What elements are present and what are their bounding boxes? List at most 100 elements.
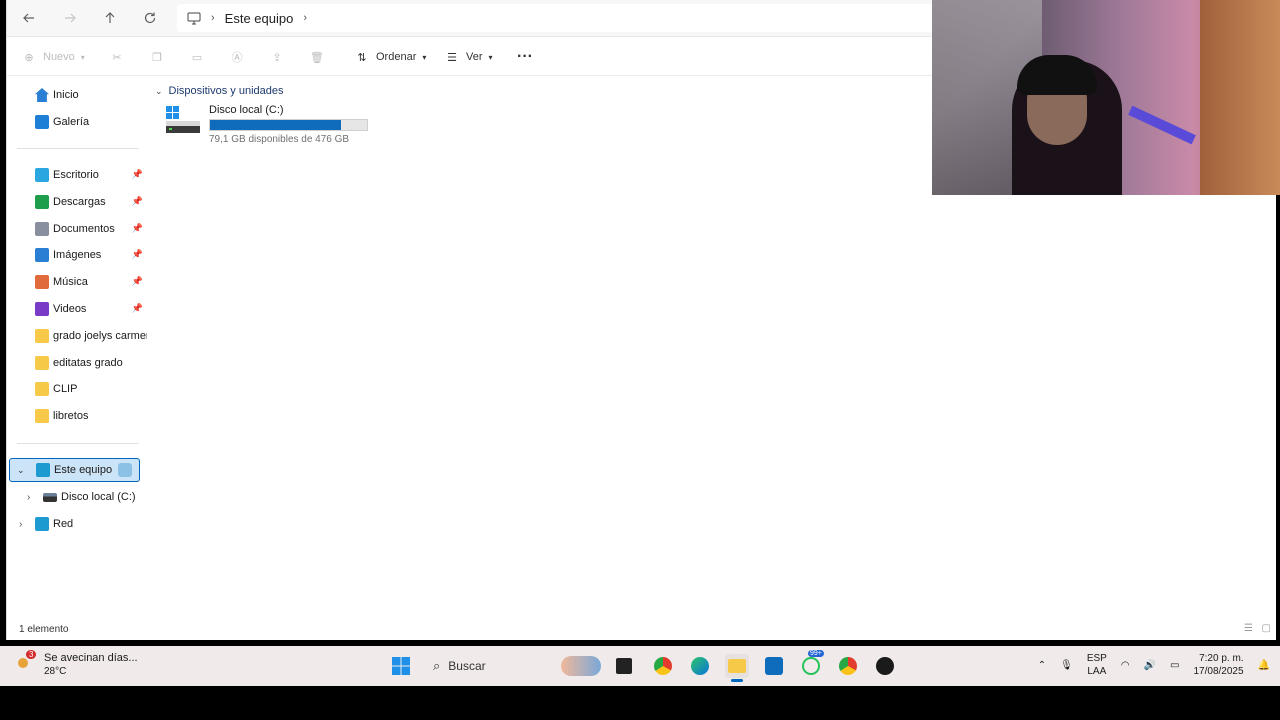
up-button[interactable] (98, 7, 122, 29)
wifi-icon[interactable]: ◠ (1121, 660, 1130, 671)
sidebar-item-folder[interactable]: CLIP (7, 377, 147, 401)
taskbar: 3 Se avecinan días... 28°C ⌕ Buscar 99+ … (0, 646, 1280, 686)
copy-button[interactable]: ❐ (149, 47, 165, 67)
pin-icon[interactable]: 📌 (132, 303, 143, 314)
search-highlight-icon (561, 656, 601, 676)
rename-icon: Ⓐ (231, 52, 243, 64)
battery-icon[interactable]: ▭ (1170, 660, 1179, 671)
sidebar-item-quick-access[interactable]: Escritorio 📌 (7, 163, 147, 187)
forward-button[interactable] (58, 7, 82, 29)
chevron-right-icon[interactable]: › (27, 492, 30, 503)
back-button[interactable] (17, 7, 41, 29)
sort-label: Ordenar (376, 51, 417, 63)
notifications-icon[interactable]: 🔔 (1258, 660, 1270, 671)
folder-icon (35, 409, 49, 423)
clock-date: 17/08/2025 (1193, 666, 1244, 677)
obs-app[interactable] (873, 654, 897, 678)
sidebar-item-home[interactable]: Inicio (7, 83, 147, 107)
drive-name: Disco local (C:) (209, 104, 284, 116)
sidebar-item-folder[interactable]: libretos (7, 404, 147, 428)
sidebar-item-quick-access[interactable]: Videos 📌 (7, 297, 147, 321)
network-icon (35, 517, 49, 531)
weather-headline: Se avecinan días... (44, 652, 138, 664)
taskbar-search[interactable]: ⌕ Buscar (425, 654, 605, 678)
folder-icon (35, 222, 49, 236)
pin-icon[interactable]: 📌 (132, 196, 143, 207)
view-button[interactable]: ☰ Ver ▾ (444, 47, 492, 67)
paste-button[interactable]: ▭ (189, 47, 205, 67)
sidebar-item-label: Imágenes (53, 249, 102, 261)
share-button[interactable]: ⇪ (269, 47, 285, 67)
sidebar-item-quick-access[interactable]: Documentos 📌 (7, 217, 147, 241)
folder-icon (35, 356, 49, 370)
cut-button[interactable]: ✂ (109, 47, 125, 67)
search-label: Buscar (448, 659, 486, 673)
sidebar-item-local-disk[interactable]: › Disco local (C:) (7, 485, 147, 509)
microphone-icon[interactable]: 🎙 (1060, 660, 1073, 671)
group-header-label: Dispositivos y unidades (168, 85, 284, 97)
sidebar-item-label: Este equipo (54, 464, 113, 476)
drive-usage-fill (210, 120, 341, 130)
new-button[interactable]: ⊕ Nuevo ▾ (21, 47, 85, 67)
group-header[interactable]: ⌄ Dispositivos y unidades (155, 85, 284, 97)
sidebar-item-folder[interactable]: editatas grado (7, 351, 147, 375)
chevron-down-icon: ▾ (80, 52, 85, 62)
sort-button[interactable]: ⇅ Ordenar ▾ (354, 47, 426, 67)
sidebar-item-label: Inicio (53, 89, 79, 101)
webcam-overlay (932, 0, 1280, 195)
sidebar-item-folder[interactable]: grado joelys carmen (7, 324, 147, 348)
sidebar-item-quick-access[interactable]: Imágenes 📌 (7, 243, 147, 267)
drive-tile[interactable]: Disco local (C:) 79,1 GB disponibles de … (161, 103, 391, 149)
start-button[interactable] (389, 654, 413, 678)
delete-button[interactable]: 🗑 (309, 47, 325, 67)
view-label: Ver (466, 51, 483, 63)
rename-button[interactable]: Ⓐ (229, 47, 245, 67)
chrome-app[interactable] (651, 654, 675, 678)
clock[interactable]: 7:20 p. m. 17/08/2025 (1193, 652, 1243, 678)
weather-widget[interactable]: 3 Se avecinan días... 28°C (18, 650, 138, 678)
list-view-icon: ☰ (447, 51, 457, 64)
pin-icon[interactable]: 📌 (132, 249, 143, 260)
sidebar-item-gallery[interactable]: Galería (7, 110, 147, 134)
chevron-right-icon[interactable]: › (19, 519, 22, 530)
outlook-app[interactable] (762, 654, 786, 678)
folder-icon (35, 329, 49, 343)
volume-icon[interactable]: 🔊 (1144, 660, 1156, 671)
details-view-icon[interactable]: ☰ (1244, 623, 1253, 634)
sidebar-item-this-pc[interactable]: ⌄ Este equipo (9, 458, 140, 482)
chevron-down-icon: ⌄ (17, 464, 25, 475)
sidebar-item-label: Galería (53, 116, 90, 128)
drive-free-space: 79,1 GB disponibles de 476 GB (209, 134, 350, 145)
search-icon: ⌕ (433, 658, 441, 673)
sidebar-item-quick-access[interactable]: Descargas 📌 (7, 190, 147, 214)
sort-arrows-icon: ⇅ (357, 51, 367, 64)
drive-icon (43, 492, 57, 502)
share-icon: ⇪ (272, 51, 282, 64)
sidebar-item-network[interactable]: › Red (7, 512, 147, 536)
pin-icon[interactable]: 📌 (132, 169, 143, 180)
refresh-button[interactable] (138, 7, 162, 29)
whatsapp-app[interactable]: 99+ (799, 650, 824, 678)
chevron-down-icon: ▾ (422, 52, 427, 62)
pin-icon[interactable]: 📌 (132, 276, 143, 287)
chevron-right-icon[interactable]: › (303, 12, 307, 24)
desktop-screen: › Este equipo › ⊕ Nuevo ▾ ✂ ❐ ▭ Ⓐ ⇪ 🗑 ⇅ … (0, 0, 1280, 720)
more-options-button[interactable]: ··· (517, 47, 533, 67)
edge-app[interactable] (688, 654, 712, 678)
sidebar-item-label: Música (53, 276, 88, 288)
sidebar-item-quick-access[interactable]: Música 📌 (7, 270, 147, 294)
chrome-profile-app[interactable] (836, 654, 860, 678)
file-explorer-app[interactable] (725, 654, 749, 682)
chrome-icon (839, 657, 857, 675)
tiles-view-icon[interactable]: ▢ (1262, 623, 1271, 634)
breadcrumb-this-pc[interactable]: Este equipo (225, 11, 294, 26)
pin-icon[interactable]: 📌 (132, 223, 143, 234)
outlook-icon (765, 657, 783, 675)
chevron-right-icon: › (211, 12, 215, 24)
task-view-button[interactable] (612, 654, 636, 678)
folder-icon (35, 302, 49, 316)
content-pane: ⌄ Dispositivos y unidades Disco local (C… (147, 77, 932, 622)
language-indicator[interactable]: ESP LAA (1087, 652, 1107, 678)
windows-logo-icon (392, 657, 410, 675)
chevron-up-icon[interactable]: ⌃ (1038, 660, 1046, 671)
